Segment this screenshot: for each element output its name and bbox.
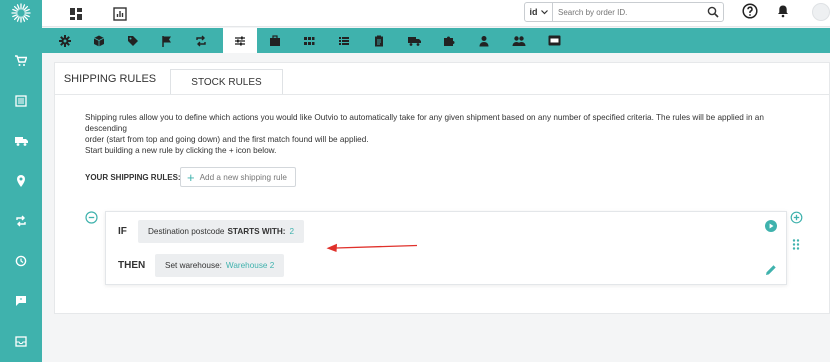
history-icon — [15, 255, 27, 267]
puzzle-icon — [444, 36, 455, 46]
tab-team[interactable] — [502, 28, 536, 53]
add-rule-label: Add a new shipping rule — [199, 172, 287, 182]
tab-tags[interactable] — [116, 28, 150, 53]
search-type-value: id — [529, 7, 538, 17]
condition-operator: STARTS WITH: — [227, 227, 286, 236]
rule-condition-chip[interactable]: Destination postcode STARTS WITH: 2 — [138, 220, 305, 243]
sidebar-item-chat[interactable] — [0, 286, 42, 316]
edit-rule-icon[interactable] — [765, 264, 777, 276]
analytics-icon[interactable] — [112, 6, 128, 22]
add-rule-below-icon[interactable] — [789, 211, 803, 224]
sidebar-item-returns[interactable] — [0, 206, 42, 236]
briefcase-icon — [270, 34, 280, 46]
cart-icon — [15, 55, 27, 66]
add-shipping-rule-button[interactable]: + Add a new shipping rule — [180, 167, 296, 187]
tab-flags[interactable] — [150, 28, 184, 53]
tab-shipping-rules[interactable]: SHIPPING RULES — [55, 63, 165, 94]
condition-value: 2 — [289, 227, 295, 236]
rules-description: Shipping rules allow you to define which… — [85, 112, 805, 145]
sidebar-item-tracking[interactable] — [0, 166, 42, 196]
order-search: id — [524, 2, 724, 22]
search-type-select[interactable]: id — [525, 3, 553, 21]
sliders-icon — [235, 36, 245, 45]
search-icon[interactable] — [707, 6, 719, 18]
annotation-arrow — [326, 243, 418, 252]
location-pin-icon — [17, 175, 25, 187]
tab-packaging[interactable] — [82, 28, 116, 53]
chevron-down-icon — [540, 9, 548, 14]
run-rule-icon[interactable] — [765, 220, 777, 232]
then-keyword: THEN — [118, 260, 146, 271]
plus-icon: + — [187, 169, 195, 185]
clipboard-icon — [375, 35, 383, 46]
mail-icon — [15, 335, 27, 347]
truck-icon — [14, 137, 28, 146]
tab-grid[interactable] — [292, 28, 326, 53]
sidebar-item-mail[interactable] — [0, 326, 42, 356]
tab-general-settings[interactable] — [48, 28, 82, 53]
action-value: Warehouse 2 — [225, 261, 275, 270]
sdl-badge-icon — [548, 35, 560, 46]
tab-returns[interactable] — [184, 28, 218, 53]
repeat-icon — [16, 215, 26, 227]
logo-sunburst-icon[interactable] — [0, 0, 42, 26]
dashboard-icon[interactable] — [68, 6, 84, 22]
tab-clipboard[interactable] — [362, 28, 396, 53]
settings-tab-strip — [42, 28, 830, 53]
tab-stock-rules[interactable]: STOCK RULES — [170, 69, 283, 94]
collapse-rule-icon[interactable] — [85, 211, 98, 224]
sidebar-item-history[interactable] — [0, 246, 42, 276]
people-icon — [512, 35, 526, 46]
left-sidebar — [0, 0, 42, 362]
tab-list[interactable] — [327, 28, 361, 53]
your-rules-label: YOUR SHIPPING RULES: — [85, 173, 181, 182]
drag-handle-icon[interactable] — [792, 239, 800, 250]
flag-icon — [162, 35, 171, 47]
help-icon[interactable] — [742, 3, 758, 19]
person-icon — [479, 35, 489, 46]
gear-icon — [59, 34, 71, 47]
sidebar-item-shipments[interactable] — [0, 126, 42, 156]
repeat-icon — [196, 35, 206, 46]
sidebar-item-documents[interactable] — [0, 86, 42, 116]
tab-carriers[interactable] — [397, 28, 431, 53]
sidebar-item-orders[interactable] — [0, 46, 42, 76]
search-input[interactable] — [553, 7, 703, 17]
condition-field: Destination postcode — [148, 227, 225, 236]
rule-action-chip[interactable]: Set warehouse: Warehouse 2 — [155, 254, 285, 277]
tag-icon — [128, 35, 138, 46]
tabs-divider — [55, 94, 830, 95]
tab-integrations[interactable] — [432, 28, 466, 53]
description-line-1: Shipping rules allow you to define which… — [85, 113, 764, 133]
action-label: Set warehouse: — [165, 261, 222, 270]
document-list-icon — [15, 95, 27, 107]
top-bar: id — [42, 0, 830, 27]
tab-sdl[interactable] — [537, 28, 571, 53]
tab-rules[interactable] — [223, 28, 257, 53]
tab-business[interactable] — [258, 28, 292, 53]
shipping-rules-panel: SHIPPING RULES STOCK RULES Shipping rule… — [54, 62, 830, 314]
list-icon — [339, 36, 349, 45]
shipping-rule-card: IF Destination postcode STARTS WITH: 2 T… — [105, 211, 787, 285]
chat-icon — [16, 296, 26, 306]
box-icon — [93, 35, 105, 46]
truck-icon — [407, 36, 421, 46]
avatar[interactable] — [812, 3, 830, 21]
if-keyword: IF — [118, 226, 127, 237]
tab-user[interactable] — [467, 28, 501, 53]
bell-icon[interactable] — [776, 4, 790, 18]
description-line-2: order (start from top and going down) an… — [85, 135, 369, 144]
description-line-3: Start building a new rule by clicking th… — [85, 146, 277, 155]
grid-icon — [304, 36, 315, 45]
